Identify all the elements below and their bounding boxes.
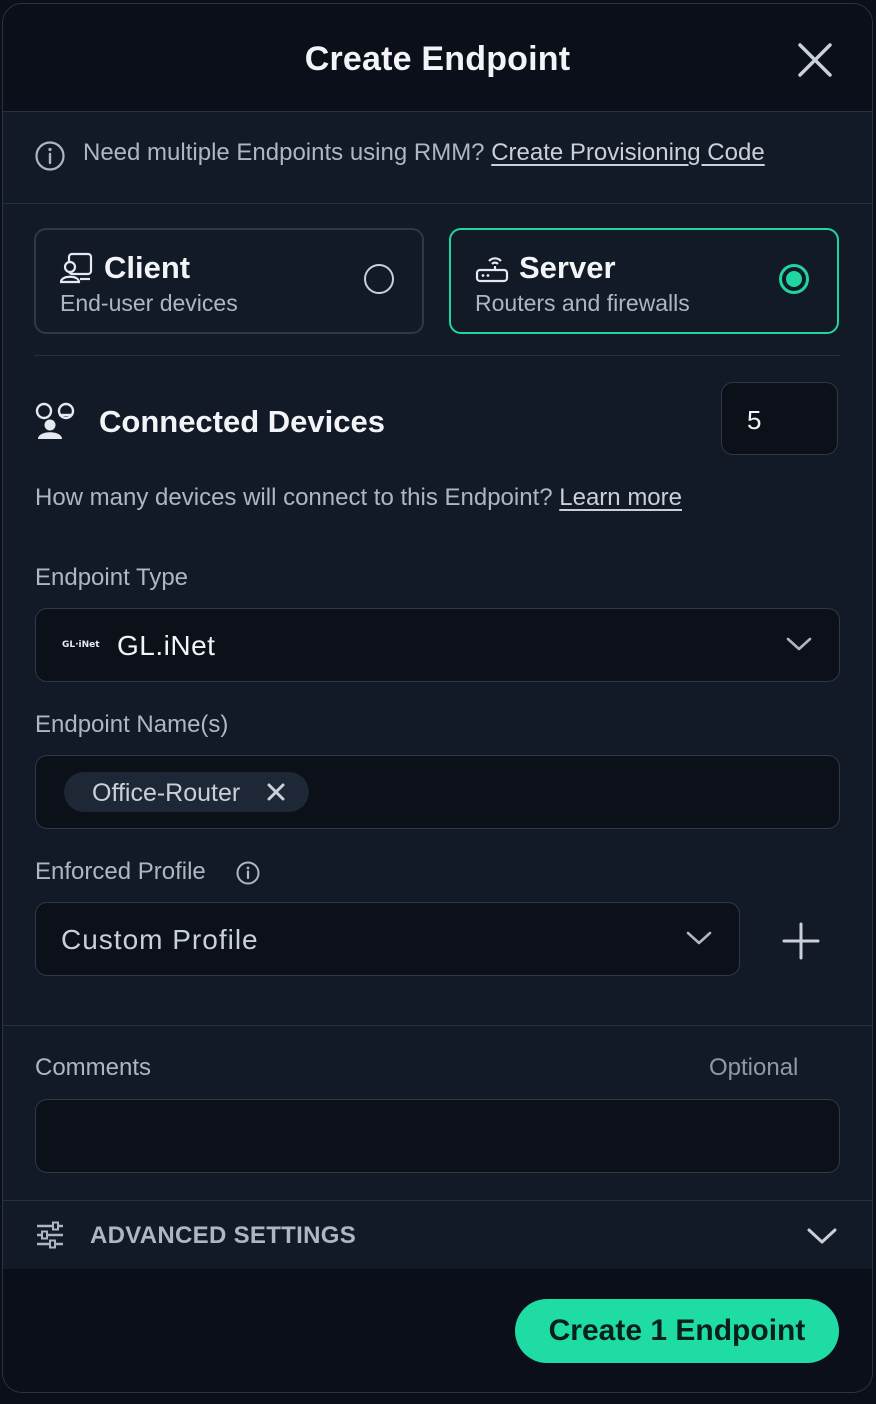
create-endpoint-button[interactable]: Create 1 Endpoint — [515, 1299, 839, 1363]
chevron-down-icon — [786, 637, 812, 651]
connected-devices-title: Connected Devices — [99, 404, 385, 439]
advanced-settings-toggle[interactable]: ADVANCED SETTINGS — [3, 1200, 872, 1270]
create-provisioning-code-link[interactable]: Create Provisioning Code — [491, 139, 764, 166]
connected-devices-help-text: How many devices will connect to this En… — [35, 484, 553, 511]
comments-label: Comments — [35, 1054, 152, 1081]
create-endpoint-modal: Create Endpoint Need multiple Endpoints … — [2, 3, 873, 1393]
info-icon — [35, 141, 65, 171]
add-profile-button[interactable] — [781, 921, 821, 961]
connected-devices-input[interactable]: 5 — [721, 382, 838, 455]
rmm-info-row: Need multiple Endpoints using RMM? Creat… — [3, 112, 872, 204]
endpoint-names-input[interactable]: Office-Router — [35, 755, 840, 829]
close-icon — [798, 43, 832, 77]
section-divider — [3, 1025, 872, 1026]
enforced-profile-label: Enforced Profile — [35, 858, 206, 886]
glinet-logo: GL·iNet — [62, 640, 100, 650]
endpoint-type-value: GL.iNet — [117, 630, 216, 661]
close-button[interactable] — [795, 40, 835, 80]
endpoint-type-select[interactable]: GL·iNet GL.iNet — [35, 608, 840, 682]
client-option-subtitle: End-user devices — [60, 290, 238, 316]
chevron-down-icon — [686, 931, 712, 945]
connected-devices-help: How many devices will connect to this En… — [35, 484, 682, 512]
client-device-icon — [60, 252, 93, 284]
modal-footer: Create 1 Endpoint — [3, 1269, 872, 1392]
enforced-profile-value: Custom Profile — [61, 924, 259, 955]
client-radio[interactable] — [364, 264, 394, 294]
server-radio[interactable] — [779, 264, 809, 294]
enforced-profile-select[interactable]: Custom Profile — [35, 902, 740, 976]
client-option-card[interactable]: Client End-user devices — [34, 228, 424, 334]
endpoint-name-tag-label: Office-Router — [92, 779, 241, 807]
rmm-info-text: Need multiple Endpoints using RMM? Creat… — [83, 139, 765, 167]
section-divider — [34, 355, 840, 356]
info-icon[interactable] — [235, 860, 261, 886]
sliders-icon — [37, 1221, 63, 1249]
server-option-title: Server — [519, 250, 616, 285]
router-icon — [475, 257, 509, 283]
learn-more-link[interactable]: Learn more — [559, 484, 682, 511]
connected-devices-icon — [35, 402, 75, 439]
enforced-profile-label-text: Enforced Profile — [35, 858, 206, 885]
comments-input[interactable] — [35, 1099, 840, 1173]
server-option-subtitle: Routers and firewalls — [475, 290, 690, 316]
modal-header: Create Endpoint — [3, 4, 872, 112]
endpoint-name-tag: Office-Router — [64, 772, 309, 812]
rmm-info-message: Need multiple Endpoints using RMM? — [83, 139, 485, 166]
advanced-settings-label: ADVANCED SETTINGS — [90, 1222, 357, 1249]
comments-optional-label: Optional — [709, 1054, 799, 1081]
chevron-down-icon — [807, 1228, 837, 1244]
server-option-card[interactable]: Server Routers and firewalls — [449, 228, 839, 334]
remove-tag-icon[interactable] — [266, 781, 286, 803]
modal-title: Create Endpoint — [304, 40, 571, 78]
endpoint-type-label: Endpoint Type — [35, 564, 189, 591]
client-option-title: Client — [104, 250, 191, 285]
endpoint-names-label: Endpoint Name(s) — [35, 711, 229, 738]
